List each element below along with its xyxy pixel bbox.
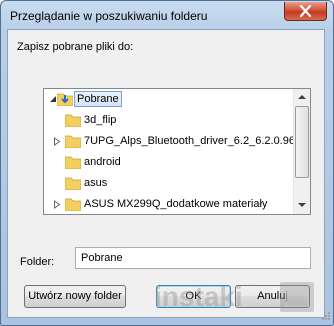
tree-item-label: android xyxy=(84,156,121,168)
new-folder-button[interactable]: Utwórz nowy folder xyxy=(24,285,126,308)
close-icon xyxy=(299,5,312,17)
download-folder-icon xyxy=(57,93,73,106)
tree-item-label: ASUS MX299Q_dodatkowe materiały xyxy=(84,198,268,210)
folder-icon xyxy=(65,135,81,148)
scroll-up-icon[interactable] xyxy=(294,89,310,105)
folder-tree[interactable]: Pobrane 3d_flip 7UPG_Alps_Bluetooth_driv… xyxy=(43,88,311,215)
close-button[interactable] xyxy=(284,2,327,21)
tree-item-label: 7UPG_Alps_Bluetooth_driver_6.2_6.2.0.96 xyxy=(84,135,295,147)
scroll-down-icon[interactable] xyxy=(294,197,310,213)
tree-item-label: Pobrane xyxy=(74,91,122,107)
tree-item-asus[interactable]: asus xyxy=(44,173,296,194)
folder-icon xyxy=(65,156,81,169)
prompt-label: Zapisz pobrane pliki do: xyxy=(17,41,134,53)
folder-icon xyxy=(65,114,81,127)
resize-grip-icon[interactable] xyxy=(319,311,331,323)
scrollbar-thumb[interactable] xyxy=(295,106,309,178)
tree-item-3d-flip[interactable]: 3d_flip xyxy=(44,110,296,131)
expanded-arrow-icon[interactable] xyxy=(49,95,57,104)
ok-button[interactable]: OK xyxy=(156,285,231,308)
folder-field-label: Folder: xyxy=(20,256,55,268)
collapsed-arrow-icon[interactable] xyxy=(53,200,61,209)
tree-item-android[interactable]: android xyxy=(44,152,296,173)
cancel-button[interactable]: Anuluj xyxy=(235,285,310,308)
folder-icon xyxy=(65,198,81,211)
collapsed-arrow-icon[interactable] xyxy=(53,137,61,146)
tree-item-label: asus xyxy=(84,177,108,189)
window-title: Przeglądanie w poszukiwaniu folderu xyxy=(10,9,208,23)
folder-name-input[interactable] xyxy=(75,247,311,269)
vertical-scrollbar[interactable] xyxy=(293,89,310,214)
tree-item-pobrane[interactable]: Pobrane xyxy=(44,89,296,110)
tree-item-7upg-alps[interactable]: 7UPG_Alps_Bluetooth_driver_6.2_6.2.0.96 xyxy=(44,131,296,152)
tree-item-asus-mx299q[interactable]: ASUS MX299Q_dodatkowe materiały xyxy=(44,194,296,214)
tree-item-label: 3d_flip xyxy=(84,114,117,126)
folder-icon xyxy=(65,177,81,190)
